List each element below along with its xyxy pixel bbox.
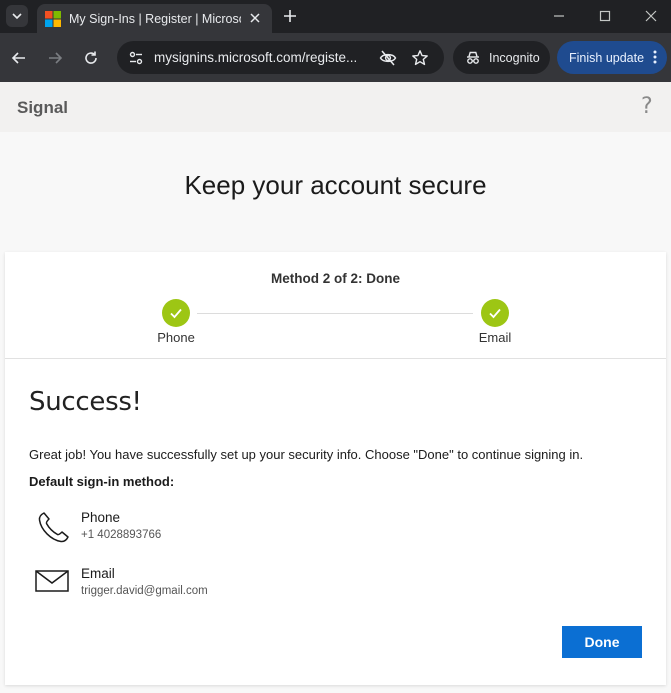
maximize-button[interactable] [597, 8, 613, 24]
browser-tab[interactable]: My Sign-Ins | Register | Microsoft [37, 4, 272, 33]
back-button[interactable] [9, 48, 29, 68]
step-title: Method 2 of 2: Done [271, 271, 400, 286]
step-label-phone: Phone [157, 330, 195, 345]
method-name: Email [81, 566, 115, 581]
browser-tab-bar: My Sign-Ins | Register | Microsoft [0, 0, 671, 33]
checkmark-icon [489, 308, 501, 319]
minimize-button[interactable] [551, 8, 567, 24]
brand-name: Signal [17, 98, 69, 117]
method-value: +1 4028893766 [81, 529, 162, 541]
tab-close-button[interactable] [248, 11, 262, 30]
eye-off-icon[interactable] [379, 49, 397, 67]
method-name: Phone [81, 510, 121, 525]
browser-toolbar: mysignins.microsoft.com/registe... Incog… [0, 33, 671, 82]
tab-title: My Sign-Ins | Register | Microsoft [69, 11, 241, 26]
method-value: trigger.david@gmail.com [81, 585, 208, 597]
microsoft-logo-icon [45, 10, 61, 27]
default-method-label: Default sign-in method: [29, 474, 175, 489]
bookmark-star-icon[interactable] [411, 49, 429, 67]
help-icon[interactable]: ? [641, 94, 653, 119]
window-close-button[interactable] [643, 8, 659, 24]
arrow-left-icon [11, 52, 25, 64]
finish-update-button[interactable]: Finish update [557, 41, 667, 74]
success-description: Great job! You have successfully set up … [29, 447, 584, 462]
step-phone-check-icon [162, 299, 190, 327]
security-info-card: Method 2 of 2: Done Phone Email Success!… [5, 252, 666, 685]
method-phone: Phone +1 4028893766 [29, 510, 329, 550]
close-icon [250, 13, 260, 23]
more-vert-icon [653, 50, 657, 64]
finish-update-label: Finish update [569, 50, 645, 65]
done-button[interactable]: Done [562, 626, 642, 658]
step-progress-line [197, 313, 473, 314]
page-header: Signal ? [0, 82, 671, 132]
site-settings-icon[interactable] [128, 50, 144, 66]
url-text: mysignins.microsoft.com/registe... [154, 50, 358, 65]
mail-icon [35, 570, 69, 592]
chevron-down-icon [12, 13, 22, 20]
tab-search-button[interactable] [6, 5, 28, 27]
method-email: Email trigger.david@gmail.com [29, 566, 329, 606]
arrow-right-icon [49, 52, 63, 64]
checkmark-icon [170, 308, 182, 319]
reload-button[interactable] [81, 48, 101, 68]
close-icon [645, 10, 657, 22]
forward-button[interactable] [45, 48, 65, 68]
incognito-indicator[interactable]: Incognito [453, 41, 550, 74]
page-body: Keep your account secure Method 2 of 2: … [0, 132, 671, 693]
phone-icon [38, 512, 69, 543]
page-title: Keep your account secure [184, 170, 487, 200]
step-email-check-icon [481, 299, 509, 327]
minimize-icon [554, 15, 564, 17]
success-title: Success! [29, 387, 142, 417]
incognito-label: Incognito [489, 50, 540, 65]
plus-icon [284, 10, 296, 22]
address-bar[interactable]: mysignins.microsoft.com/registe... [117, 41, 444, 74]
incognito-icon [467, 51, 479, 64]
step-label-email: Email [478, 330, 512, 345]
card-divider [5, 358, 666, 359]
reload-icon [85, 51, 97, 64]
new-tab-button[interactable] [280, 6, 300, 26]
maximize-icon [599, 10, 611, 22]
